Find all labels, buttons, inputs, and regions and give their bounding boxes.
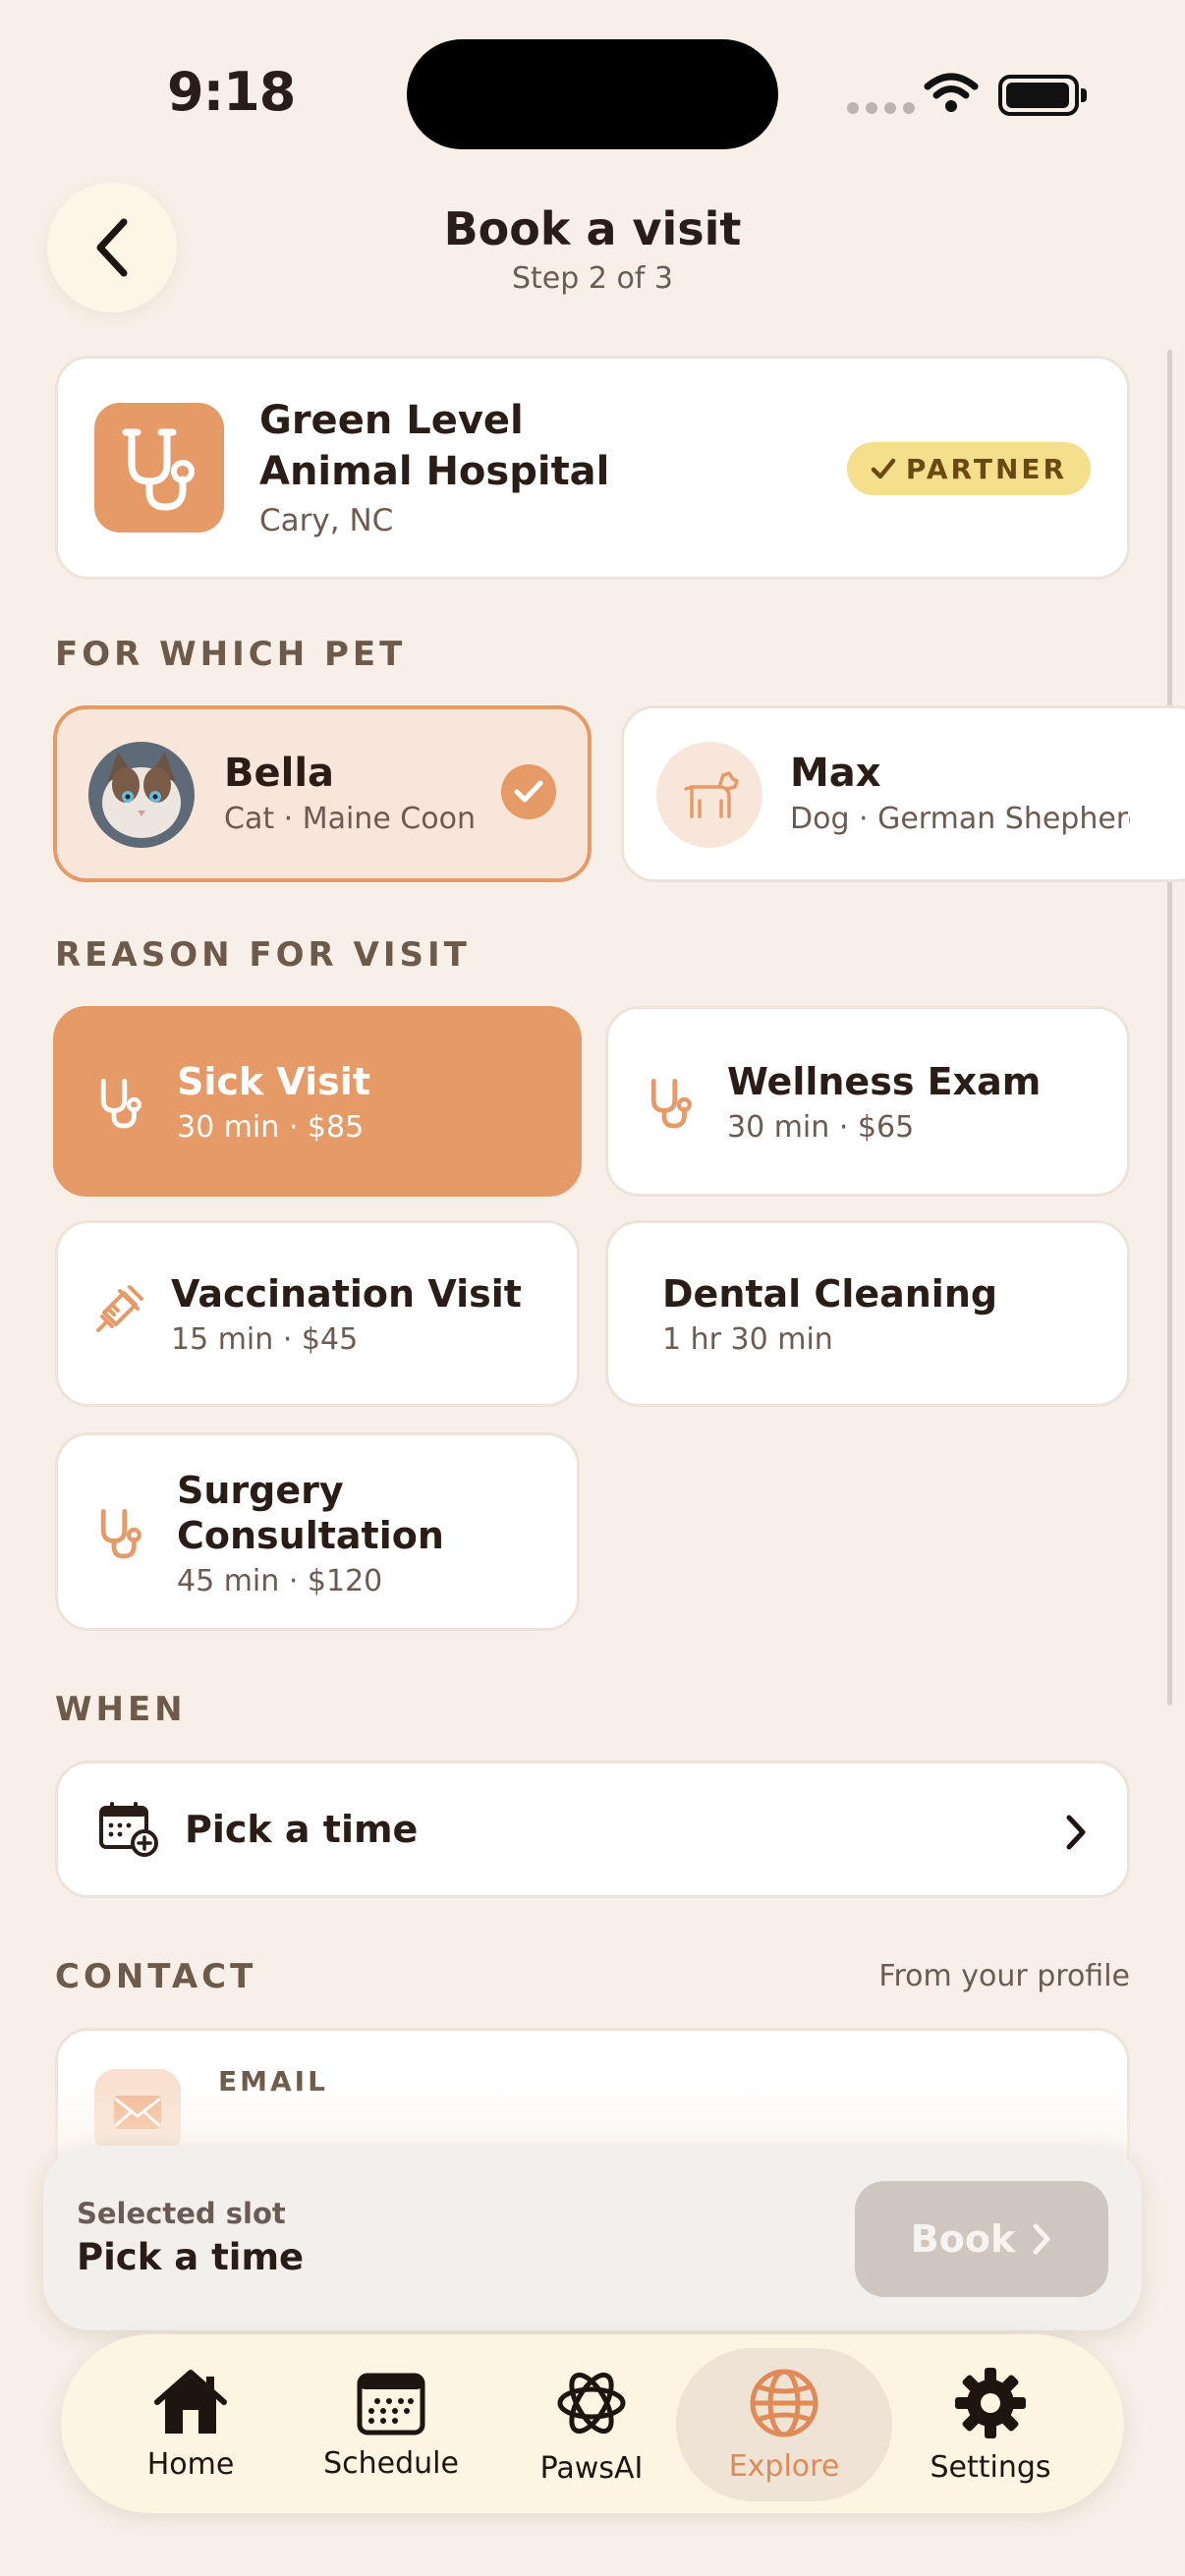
- syringe-icon: [88, 1285, 143, 1344]
- tab-label: Home: [146, 2446, 235, 2482]
- pet-name-bella: Bella: [224, 751, 335, 796]
- globe-icon: [750, 2369, 818, 2436]
- reason-detail: 30 min · $85: [177, 1110, 365, 1145]
- calendar-add-icon: [98, 1802, 159, 1861]
- tab-label: Settings: [930, 2449, 1051, 2485]
- book-button[interactable]: Book: [855, 2181, 1108, 2297]
- calendar-icon: [357, 2373, 425, 2435]
- dynamic-island: [407, 39, 778, 149]
- battery-icon: [998, 75, 1087, 116]
- reason-detail: 1 hr 30 min: [662, 1322, 833, 1357]
- clinic-name: Green Level Animal Hospital: [259, 398, 610, 494]
- selected-slot-caption: Selected slot: [77, 2197, 286, 2230]
- status-time: 9:18: [167, 61, 296, 123]
- step-indicator: Step 2 of 3: [511, 261, 673, 296]
- reason-detail: 30 min · $65: [727, 1110, 915, 1145]
- reason-title: Surgery Consultation: [177, 1469, 444, 1557]
- section-label-when: WHEN: [55, 1690, 187, 1729]
- partner-badge: PARTNER: [847, 442, 1091, 495]
- checkmark-icon: [871, 458, 896, 479]
- tab-label: Schedule: [323, 2445, 459, 2481]
- section-label-pet: FOR WHICH PET: [55, 635, 407, 674]
- clinic-location: Cary, NC: [259, 503, 394, 538]
- cellular-signal-icon: [847, 102, 915, 114]
- tab-label: PawsAI: [539, 2450, 644, 2486]
- tab-label: Explore: [728, 2448, 840, 2484]
- reason-title: Sick Visit: [177, 1060, 370, 1103]
- section-label-contact: CONTACT: [55, 1957, 257, 1996]
- stethoscope-icon: [94, 403, 224, 532]
- chevron-right-icon: [1033, 2223, 1050, 2255]
- tab-pawsai[interactable]: PawsAI: [491, 2348, 692, 2501]
- scrollbar[interactable]: [1167, 350, 1172, 1706]
- pick-time-label: Pick a time: [185, 1808, 419, 1851]
- gear-icon: [955, 2367, 1026, 2438]
- profile-note: From your profile: [878, 1959, 1130, 1993]
- pawsai-icon: [557, 2372, 626, 2434]
- partner-badge-label: PARTNER: [905, 452, 1068, 485]
- page-title: Book a visit: [443, 202, 742, 255]
- section-label-reason: REASON FOR VISIT: [55, 935, 471, 975]
- stethoscope-icon: [90, 1073, 149, 1136]
- pet-description-max: Dog · German Shepherd: [790, 802, 1130, 836]
- stethoscope-icon: [90, 1503, 149, 1566]
- tab-settings[interactable]: Settings: [890, 2348, 1091, 2501]
- wifi-icon: [924, 73, 979, 118]
- pet-description-bella: Cat · Maine Coon: [224, 802, 476, 836]
- book-button-label: Book: [910, 2217, 1016, 2261]
- tab-explore[interactable]: Explore: [676, 2348, 892, 2501]
- selected-slot-value: Pick a time: [77, 2236, 305, 2278]
- chevron-right-icon: [1063, 1814, 1089, 1855]
- pet-photo-bella: [88, 742, 195, 848]
- reason-title: Wellness Exam: [727, 1060, 1042, 1103]
- pet-name-max: Max: [790, 751, 881, 796]
- tab-schedule[interactable]: Schedule: [291, 2348, 491, 2501]
- dog-icon: [656, 742, 762, 848]
- reason-title: Dental Cleaning: [662, 1272, 998, 1316]
- reason-detail: 15 min · $45: [171, 1322, 359, 1357]
- reason-detail: 45 min · $120: [177, 1564, 383, 1598]
- stethoscope-icon: [641, 1073, 700, 1136]
- house-icon: [154, 2369, 227, 2434]
- selected-check-icon: [501, 764, 556, 819]
- tab-home[interactable]: Home: [90, 2348, 291, 2501]
- reason-title: Vaccination Visit: [171, 1272, 522, 1316]
